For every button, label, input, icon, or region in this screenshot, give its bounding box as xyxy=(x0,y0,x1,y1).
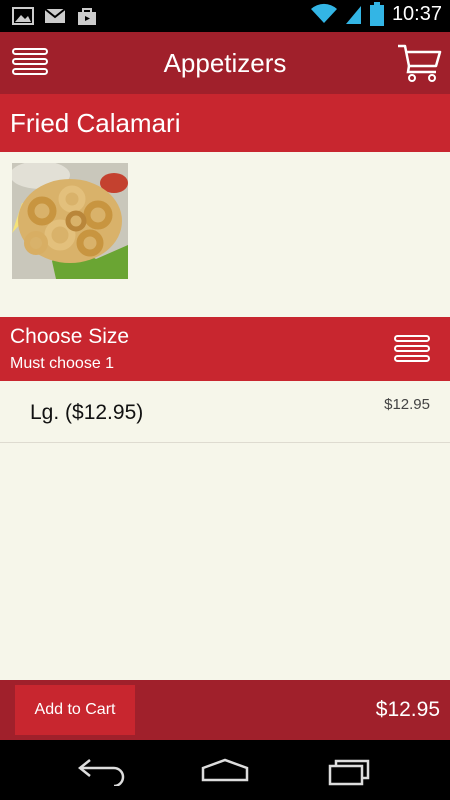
wifi-icon xyxy=(310,3,337,23)
item-header: Fried Calamari xyxy=(0,94,450,152)
options-section-header: Choose Size Must choose 1 xyxy=(0,317,450,381)
status-bar: 10:37 xyxy=(0,0,450,32)
option-price: $12.95 xyxy=(384,396,430,413)
battery-icon xyxy=(369,2,384,26)
list-icon[interactable] xyxy=(394,333,430,365)
size-option-row[interactable]: Lg. ($12.95) $12.95 xyxy=(0,381,450,443)
status-time: 10:37 xyxy=(391,2,442,25)
item-title: Fried Calamari xyxy=(10,108,181,138)
recent-apps-icon[interactable] xyxy=(326,754,376,786)
action-bar: Appetizers xyxy=(0,32,450,94)
notification-icons xyxy=(12,6,98,26)
shop-icon xyxy=(78,8,96,25)
home-icon[interactable] xyxy=(200,754,250,786)
gmail-icon xyxy=(44,8,66,23)
bottom-bar: Add to Cart $12.95 xyxy=(0,680,450,740)
navigation-bar xyxy=(0,740,450,800)
page-title: Appetizers xyxy=(163,48,287,78)
option-label: Lg. ($12.95) xyxy=(30,401,144,424)
gallery-icon xyxy=(12,7,34,25)
signal-icon xyxy=(345,6,361,24)
section-subtitle: Must choose 1 xyxy=(10,355,115,372)
fried-calamari-photo xyxy=(12,163,128,279)
back-icon[interactable] xyxy=(76,754,126,786)
add-to-cart-button[interactable]: Add to Cart xyxy=(15,685,135,735)
system-icons: 10:37 xyxy=(310,2,442,26)
cart-icon[interactable] xyxy=(396,42,442,84)
total-price: $12.95 xyxy=(375,698,440,721)
section-title: Choose Size xyxy=(10,325,130,348)
